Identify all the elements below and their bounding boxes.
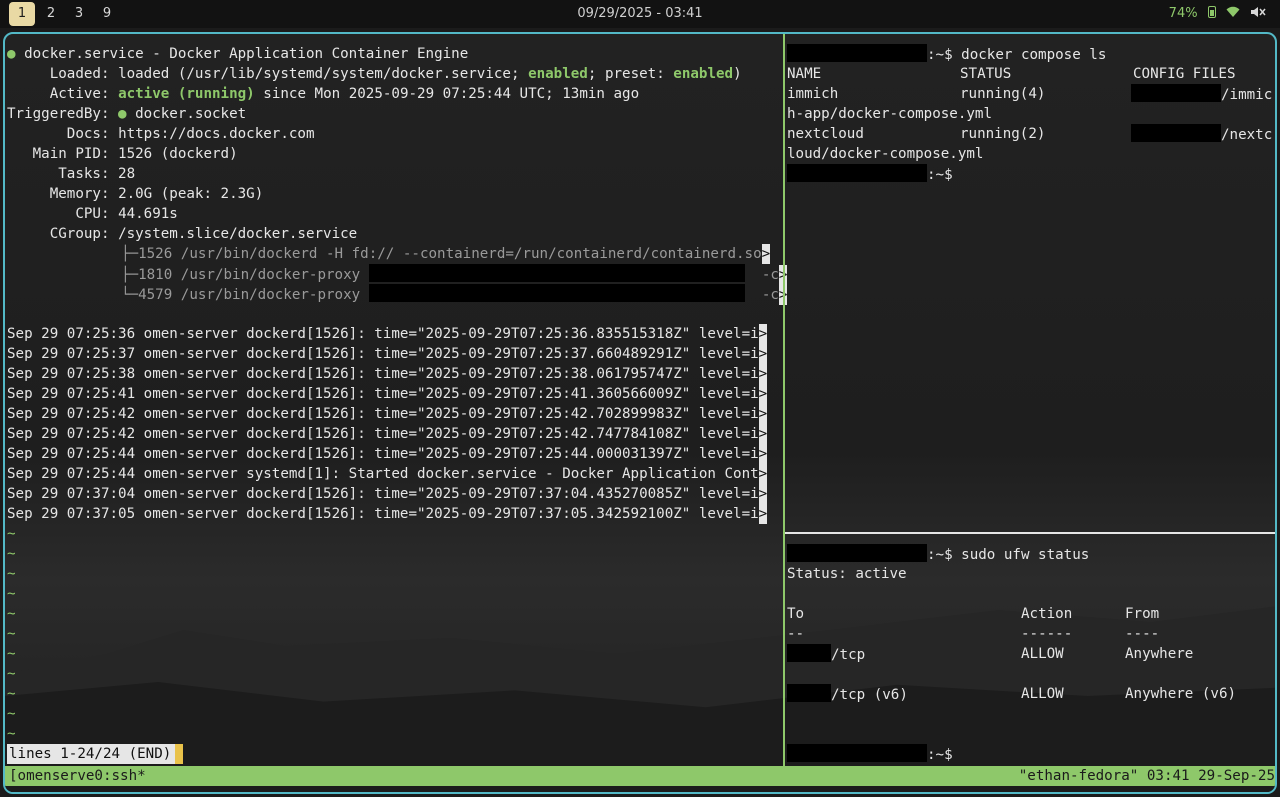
clock: 09/29/2025 - 03:41 (577, 6, 703, 21)
redacted-block (368, 284, 745, 302)
ufw-row-action: ALLOW (1021, 646, 1064, 662)
ufw-row-to: /tcp (v6) (787, 684, 908, 704)
ufw-header-action: Action (1021, 606, 1073, 622)
log-line: Sep 29 07:37:05 omen-server dockerd[1526… (7, 504, 768, 524)
empty-line-tilde: ~ (7, 626, 16, 642)
ufw-row-from: Anywhere (1125, 646, 1194, 662)
log-line: Sep 29 07:25:41 omen-server dockerd[1526… (7, 384, 768, 404)
empty-line-tilde: ~ (7, 706, 16, 722)
terminal-window[interactable]: ● docker.service - Docker Application Co… (3, 32, 1277, 794)
status-dot-icon: ● (7, 46, 16, 62)
pager-status: lines 1-24/24 (END) (7, 744, 176, 764)
battery-icon (1207, 6, 1216, 18)
redacted-block (368, 264, 745, 282)
tmux-host-clock: "ethan-fedora" 03:41 29-Sep-25 (1018, 768, 1275, 784)
redacted-hostname (787, 164, 927, 182)
compose-row-name: immich (787, 86, 839, 102)
ufw-dashes: -- (787, 626, 805, 642)
compose-row-config-wrap: h-app/docker-compose.yml (787, 106, 992, 122)
tmux-status-bar: [omenserve0:ssh* "ethan-fedora" 03:41 29… (5, 766, 1275, 786)
active-line: Active: active (running) since Mon 2025-… (49, 86, 640, 102)
ufw-status-line: Status: active (787, 566, 907, 582)
ufw-dashes: ------ (1021, 626, 1073, 642)
top-bar: 1 2 3 9 09/29/2025 - 03:41 74% (0, 0, 1280, 28)
pane-divider-horizontal[interactable] (785, 532, 1275, 534)
compose-row-name: nextcloud (787, 126, 864, 142)
pane-divider-vertical[interactable] (783, 34, 785, 766)
log-line: Sep 29 07:25:37 omen-server dockerd[1526… (7, 344, 768, 364)
tasks-line: Tasks: 28 (58, 166, 136, 182)
compose-row-status: running(2) (960, 126, 1046, 142)
empty-line-tilde: ~ (7, 546, 16, 562)
log-line: Sep 29 07:25:38 omen-server dockerd[1526… (7, 364, 768, 384)
memory-line: Memory: 2.0G (peak: 2.3G) (49, 186, 264, 202)
tmux-session-window[interactable]: [omenserve0:ssh* (9, 766, 146, 786)
cgroup-process-line: ├─1526 /usr/bin/dockerd -H fd:// --conta… (121, 244, 771, 264)
log-line: Sep 29 07:37:04 omen-server dockerd[1526… (7, 484, 768, 504)
loaded-line: Loaded: loaded (/usr/lib/systemd/system/… (49, 66, 742, 82)
compose-header-config: CONFIG FILES (1133, 66, 1236, 82)
ufw-dashes: ---- (1125, 626, 1160, 642)
cgroup-process-line: ├─1810 /usr/bin/docker-proxy -c> (121, 264, 787, 285)
prompt-line: :~$ (787, 744, 953, 764)
empty-line-tilde: ~ (7, 646, 16, 662)
compose-header-status: STATUS (960, 66, 1012, 82)
mainpid-line: Main PID: 1526 (dockerd) (32, 146, 238, 162)
redacted-hostname (787, 44, 927, 62)
compose-row-status: running(4) (960, 86, 1046, 102)
empty-line-tilde: ~ (7, 726, 16, 742)
redacted-port (787, 644, 831, 662)
compose-row-config: /nextc (1131, 124, 1272, 144)
docs-line: Docs: https://docs.docker.com (66, 126, 315, 142)
service-title-line: ● docker.service - Docker Application Co… (7, 46, 469, 62)
compose-row-config: /immic (1131, 84, 1272, 104)
cursor (175, 744, 183, 764)
log-line: Sep 29 07:25:36 omen-server dockerd[1526… (7, 324, 768, 344)
compose-header-name: NAME (787, 66, 822, 82)
empty-line-tilde: ~ (7, 666, 16, 682)
wifi-icon[interactable] (1226, 6, 1244, 21)
empty-line-tilde: ~ (7, 566, 16, 582)
redacted-port (787, 684, 831, 702)
log-line: Sep 29 07:25:44 omen-server systemd[1]: … (7, 464, 768, 484)
prompt-line: :~$ docker compose ls (787, 44, 1106, 64)
prompt-line: :~$ (787, 164, 953, 184)
log-line: Sep 29 07:25:42 omen-server dockerd[1526… (7, 424, 768, 444)
empty-line-tilde: ~ (7, 686, 16, 702)
cpu-line: CPU: 44.691s (75, 206, 178, 222)
empty-line-tilde: ~ (7, 526, 16, 542)
volume-muted-icon[interactable] (1250, 6, 1266, 21)
empty-line-tilde: ~ (7, 586, 16, 602)
log-line: Sep 29 07:25:42 omen-server dockerd[1526… (7, 404, 768, 424)
ufw-header-from: From (1125, 606, 1160, 622)
ufw-header-to: To (787, 606, 805, 622)
redacted-path (1131, 124, 1221, 142)
status-dot-icon: ● (118, 106, 127, 122)
status-tray: 74% (1163, 0, 1266, 28)
compose-row-config-wrap: loud/docker-compose.yml (787, 146, 984, 162)
cgroup-process-line: └─4579 /usr/bin/docker-proxy -c> (121, 284, 787, 305)
prompt-line: :~$ sudo ufw status (787, 544, 1089, 564)
redacted-hostname (787, 544, 927, 562)
battery-percent: 74% (1168, 6, 1198, 21)
redacted-hostname (787, 744, 927, 762)
log-line: Sep 29 07:25:44 omen-server dockerd[1526… (7, 444, 768, 464)
ufw-row-from: Anywhere (v6) (1125, 686, 1237, 702)
ufw-row-to: /tcp (787, 644, 865, 664)
cgroup-line: CGroup: /system.slice/docker.service (49, 226, 358, 242)
triggeredby-line: TriggeredBy: ● docker.socket (7, 106, 247, 122)
ufw-row-action: ALLOW (1021, 686, 1064, 702)
empty-line-tilde: ~ (7, 606, 16, 622)
redacted-path (1131, 84, 1221, 102)
